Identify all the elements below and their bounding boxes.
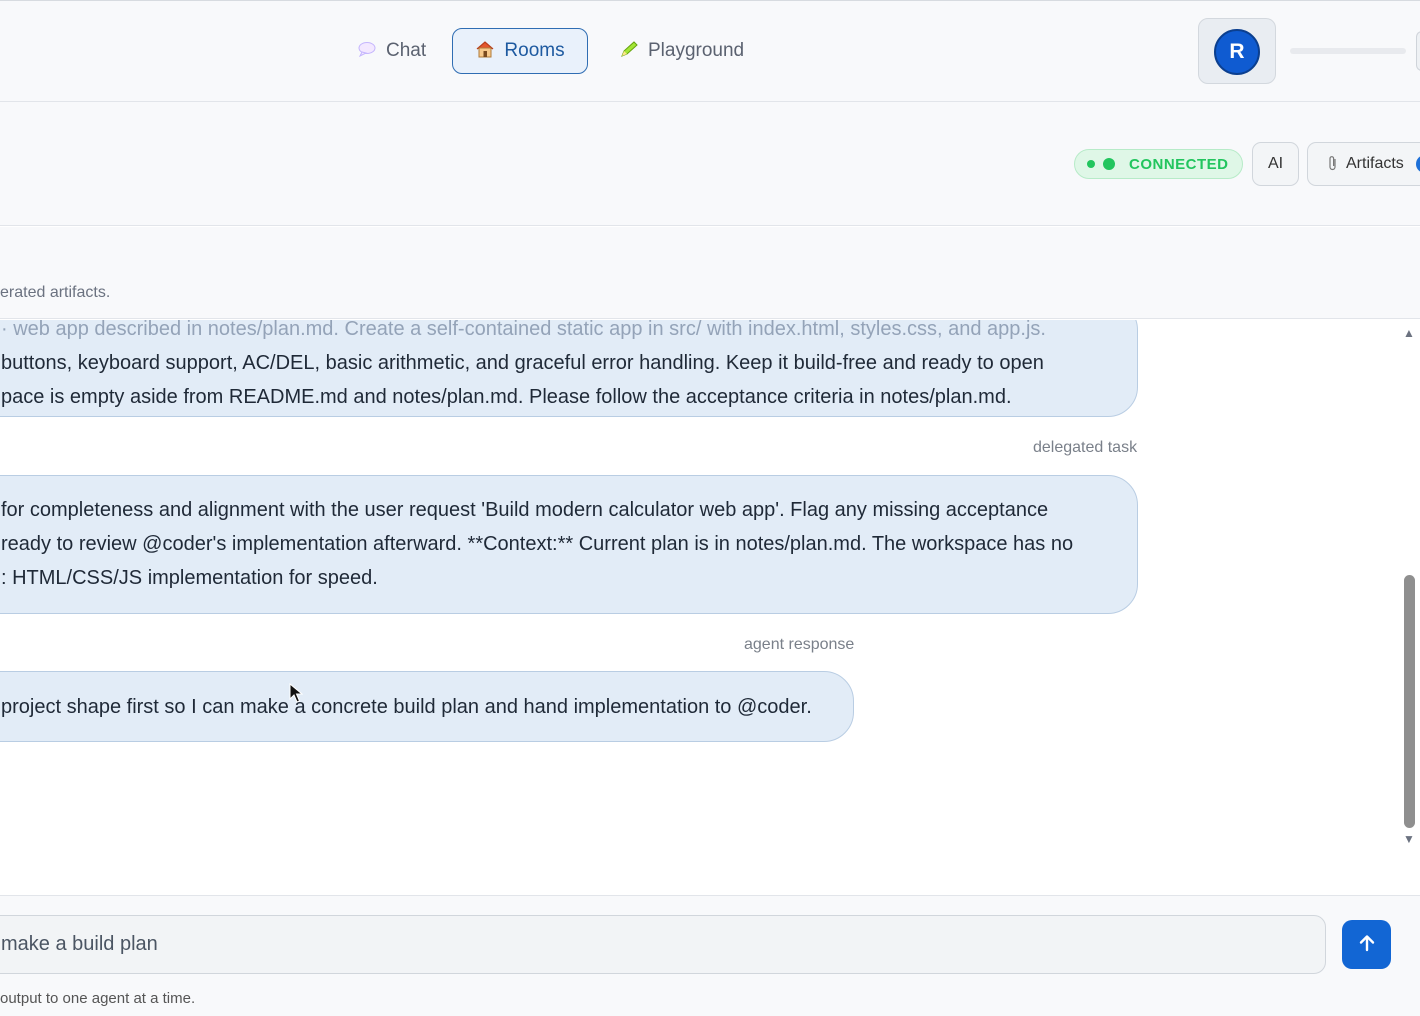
room-info-bar	[0, 227, 1420, 319]
tab-rooms-label: Rooms	[504, 40, 565, 61]
message-meta: agent response	[744, 636, 855, 653]
message-bubble: · web app described in notes/plan.md. Cr…	[0, 320, 1138, 417]
arrow-up-icon	[1357, 933, 1377, 956]
artifacts-label: Artifacts	[1346, 155, 1404, 172]
chat-transcript[interactable]: · web app described in notes/plan.md. Cr…	[0, 320, 1400, 895]
message-bubble: for completeness and alignment with the …	[0, 475, 1138, 614]
pencil-icon	[619, 40, 639, 63]
tab-chat[interactable]: Chat	[342, 28, 441, 74]
status-dot-icon	[1087, 160, 1095, 168]
ai-button[interactable]: AI	[1252, 142, 1299, 186]
scroll-down-arrow-icon[interactable]: ▼	[1403, 832, 1415, 846]
top-nav-bar: Chat Rooms Playground R	[0, 0, 1420, 102]
house-icon	[475, 40, 495, 63]
user-menu-button[interactable]: R	[1198, 18, 1276, 84]
tab-chat-label: Chat	[386, 40, 427, 61]
message-bubble: project shape first so I can make a conc…	[0, 671, 854, 742]
scrollbar-thumb[interactable]	[1404, 575, 1415, 828]
tab-rooms[interactable]: Rooms	[452, 28, 588, 74]
message-line: buttons, keyboard support, AC/DEL, basic…	[1, 352, 1044, 374]
status-badge: CONNECTED	[1074, 149, 1243, 179]
profile-placeholder	[1290, 48, 1406, 54]
room-description: erated artifacts.	[0, 284, 111, 301]
message-line: ready to review @coder's implementation …	[1, 533, 1074, 555]
chat-scrollbar[interactable]: ▲ ▼	[1400, 320, 1420, 850]
edge-control[interactable]	[1416, 31, 1420, 71]
message-line: pace is empty aside from README.md and n…	[1, 386, 1012, 408]
message-meta: delegated task	[1033, 439, 1138, 456]
message-input[interactable]	[0, 915, 1326, 974]
artifacts-count-badge	[1416, 155, 1420, 173]
artifacts-button[interactable]: Artifacts	[1307, 142, 1420, 186]
message-line: : HTML/CSS/JS implementation for speed.	[1, 567, 378, 589]
message-line: project shape first so I can make a conc…	[1, 696, 812, 718]
paperclip-icon	[1328, 155, 1338, 174]
message-line: · web app described in notes/plan.md. Cr…	[1, 320, 1046, 340]
status-dot-icon	[1103, 158, 1115, 170]
message-line: for completeness and alignment with the …	[1, 499, 1049, 521]
composer-hint: output to one agent at a time.	[0, 990, 196, 1007]
tab-playground[interactable]: Playground	[604, 28, 759, 74]
status-label: CONNECTED	[1129, 155, 1229, 173]
avatar: R	[1214, 29, 1260, 75]
send-button[interactable]	[1342, 920, 1391, 969]
speech-bubble-icon	[357, 41, 377, 62]
tab-playground-label: Playground	[648, 40, 745, 61]
scroll-up-arrow-icon[interactable]: ▲	[1403, 326, 1415, 340]
